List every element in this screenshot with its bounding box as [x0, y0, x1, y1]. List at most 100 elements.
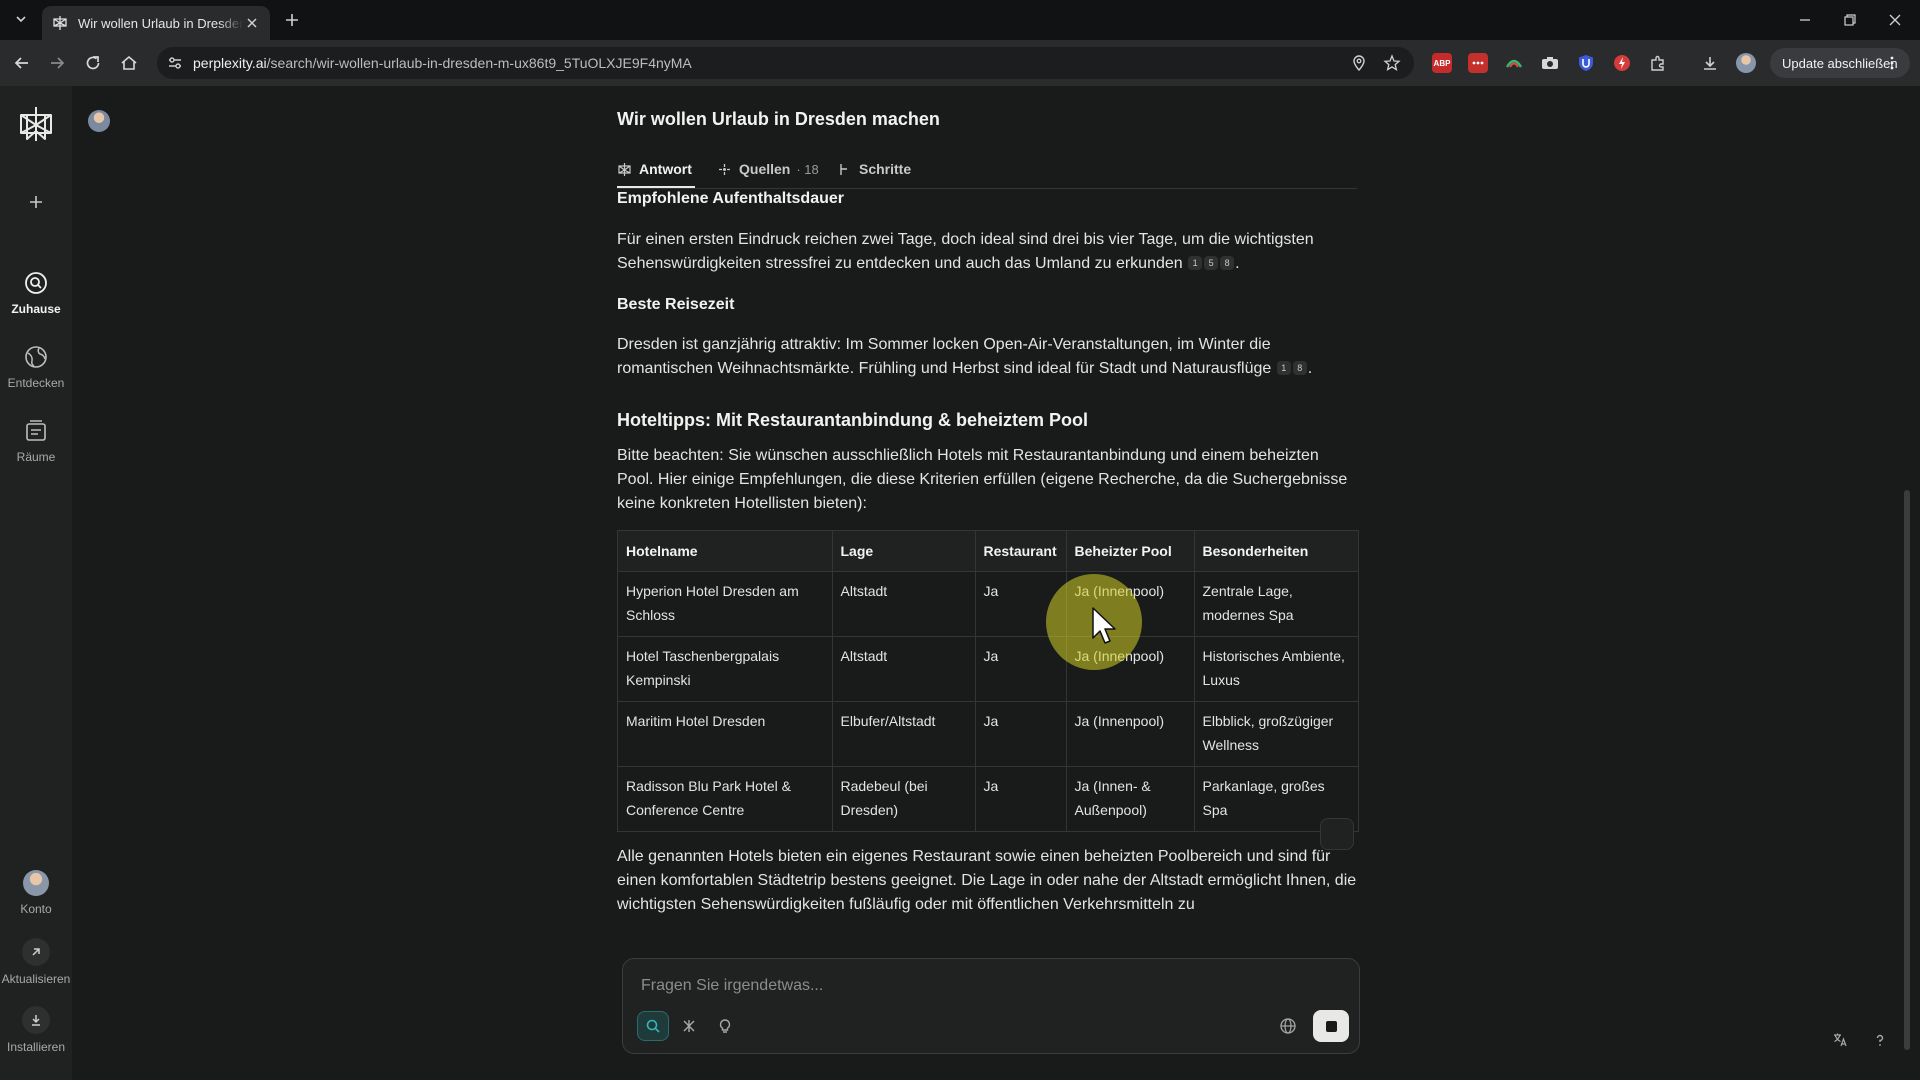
adblock-extension-icon[interactable]: ABP: [1432, 53, 1452, 73]
bookmark-star-icon[interactable]: [1383, 54, 1401, 72]
research-icon: [683, 1020, 695, 1032]
download-icon: [22, 1006, 50, 1034]
sidebar-item-spaces[interactable]: Räume: [0, 418, 72, 464]
sidebar-item-discover[interactable]: Entdecken: [0, 344, 72, 390]
sidebar-item-home[interactable]: Zuhause: [0, 270, 72, 316]
translate-icon[interactable]: [1830, 1030, 1850, 1050]
table-header: Lage: [832, 531, 976, 572]
mode-research-button[interactable]: [673, 1011, 705, 1041]
sidebar-item-label: Aktualisieren: [1, 972, 71, 986]
table-cell: Zentrale Lage, modernes Spa: [1194, 571, 1358, 637]
ask-input[interactable]: [639, 971, 1243, 1001]
tab-title: Wir wollen Urlaub in Dresden machen: [78, 15, 243, 31]
window-restore-icon[interactable]: [1840, 10, 1860, 30]
sidebar-item-install[interactable]: Installieren: [0, 1006, 72, 1054]
table-header: Hotelname: [618, 531, 833, 572]
tab-answer[interactable]: Antwort: [617, 152, 695, 188]
thread-tabs: Antwort Quellen · 18 Schritte: [617, 152, 1357, 189]
section-heading-large: Hoteltipps: Mit Restaurantanbindung & be…: [617, 410, 1089, 430]
globe-source-icon[interactable]: [1279, 1017, 1297, 1035]
globe-icon: [23, 344, 49, 370]
perplexity-mini-icon: [617, 162, 632, 177]
sidebar-item-label: Zuhause: [11, 302, 61, 316]
tab-close-icon[interactable]: [244, 15, 260, 31]
tab-sources-label: Quellen: [739, 161, 791, 177]
account-avatar: [23, 870, 49, 896]
table-cell: Maritim Hotel Dresden: [618, 701, 833, 767]
window-minimize-icon[interactable]: [1795, 10, 1815, 30]
browser-tab-strip: Wir wollen Urlaub in Dresden machen: [0, 0, 1920, 40]
sidebar-item-upgrade[interactable]: Aktualisieren: [0, 938, 72, 986]
home-icon[interactable]: [118, 52, 140, 74]
lightbulb-icon: [719, 1019, 731, 1033]
table-cell: Ja: [975, 701, 1067, 767]
answer-paragraph: Bitte beachten: Sie wünschen ausschließl…: [617, 447, 1348, 512]
sidebar-item-account[interactable]: Konto: [0, 870, 72, 916]
tab-answer-label: Antwort: [639, 161, 692, 177]
perplexity-logo-icon[interactable]: [17, 104, 55, 144]
window-close-icon[interactable]: [1885, 10, 1905, 30]
address-bar[interactable]: perplexity.ai/search/wir-wollen-urlaub-i…: [157, 47, 1414, 79]
spaces-icon: [23, 418, 49, 444]
profile-avatar[interactable]: [1736, 53, 1756, 73]
shield-extension-icon[interactable]: [1576, 53, 1596, 73]
table-cell: Ja (Innenpool): [1066, 701, 1195, 767]
ask-box: [622, 958, 1360, 1054]
location-pin-icon[interactable]: [1350, 54, 1368, 72]
tab-search-chevron-icon[interactable]: [10, 8, 32, 30]
new-thread-plus-icon[interactable]: [22, 188, 50, 216]
citation-badge[interactable]: 1: [1276, 361, 1291, 375]
table-cell: Hotel Taschenbergpalais Kempinski: [618, 636, 833, 702]
forward-arrow-icon[interactable]: [46, 52, 68, 74]
table-header: Beheizter Pool: [1066, 531, 1195, 572]
answer-paragraph: Für einen ersten Eindruck reichen zwei T…: [617, 231, 1314, 272]
citation-badge[interactable]: 1: [1188, 256, 1203, 270]
url-path: /search/wir-wollen-urlaub-in-dresden-m-u…: [266, 55, 692, 71]
answer-paragraph: Alle genannten Hotels bieten ein eigenes…: [617, 848, 1357, 913]
new-tab-plus-icon[interactable]: [282, 10, 302, 30]
table-row: Hyperion Hotel Dresden am Schloss Altsta…: [618, 571, 1358, 637]
sidebar-item-label: Entdecken: [7, 376, 65, 390]
more-menu-icon[interactable]: [1884, 55, 1900, 71]
camera-extension-icon[interactable]: [1540, 53, 1560, 73]
url-host: perplexity.ai: [193, 55, 267, 71]
downloads-icon[interactable]: [1700, 53, 1720, 73]
back-arrow-icon[interactable]: [11, 52, 33, 74]
mode-reasoning-button[interactable]: [709, 1011, 741, 1041]
citation-badge[interactable]: 8: [1292, 361, 1307, 375]
sidebar-item-label: Konto: [20, 902, 52, 916]
table-cell: Radisson Blu Park Hotel & Conference Cen…: [618, 766, 833, 831]
table-cell: Altstadt: [832, 571, 976, 637]
table-row: Maritim Hotel Dresden Elbufer/Altstadt J…: [618, 701, 1358, 767]
update-button[interactable]: Update abschließen: [1770, 48, 1910, 78]
table-cell: Hyperion Hotel Dresden am Schloss: [618, 571, 833, 637]
citation-badge[interactable]: 5: [1204, 256, 1219, 270]
stop-button[interactable]: [1313, 1010, 1349, 1042]
citation-badge[interactable]: 8: [1220, 256, 1235, 270]
paragraph-text: Dresden ist ganzjährig attraktiv: Im Som…: [617, 336, 1272, 377]
site-settings-icon[interactable]: [167, 55, 183, 71]
update-label: Update abschließen: [1782, 55, 1898, 71]
password-extension-icon[interactable]: [1468, 53, 1488, 73]
tab-sources[interactable]: Quellen · 18: [717, 152, 819, 186]
sources-count: · 18: [796, 161, 819, 177]
thread-title: Wir wollen Urlaub in Dresden machen: [617, 109, 940, 129]
scrollbar-thumb[interactable]: [1904, 490, 1910, 1050]
help-icon[interactable]: [1870, 1030, 1890, 1050]
reload-icon[interactable]: [82, 52, 104, 74]
color-extension-icon[interactable]: [1504, 53, 1524, 73]
table-cell: Historisches Ambiente, Luxus: [1194, 636, 1358, 702]
table-cell: Ja (Innen- & Außenpool): [1066, 766, 1195, 831]
flash-extension-icon[interactable]: [1612, 53, 1632, 73]
thread-user-avatar[interactable]: [88, 110, 110, 132]
mode-search-button[interactable]: [637, 1011, 669, 1041]
hotel-table: Hotelname Lage Restaurant Beheizter Pool…: [617, 530, 1359, 832]
tab-steps[interactable]: Schritte: [837, 152, 911, 186]
extensions-puzzle-icon[interactable]: [1648, 53, 1668, 73]
table-cell: Radebeul (bei Dresden): [832, 766, 976, 831]
home-search-icon: [23, 270, 49, 296]
table-row: Radisson Blu Park Hotel & Conference Cen…: [618, 766, 1358, 831]
table-cell: Elbufer/Altstadt: [832, 701, 976, 767]
browser-tab-active[interactable]: Wir wollen Urlaub in Dresden machen: [42, 6, 270, 40]
table-header-row: Hotelname Lage Restaurant Beheizter Pool…: [618, 531, 1358, 572]
